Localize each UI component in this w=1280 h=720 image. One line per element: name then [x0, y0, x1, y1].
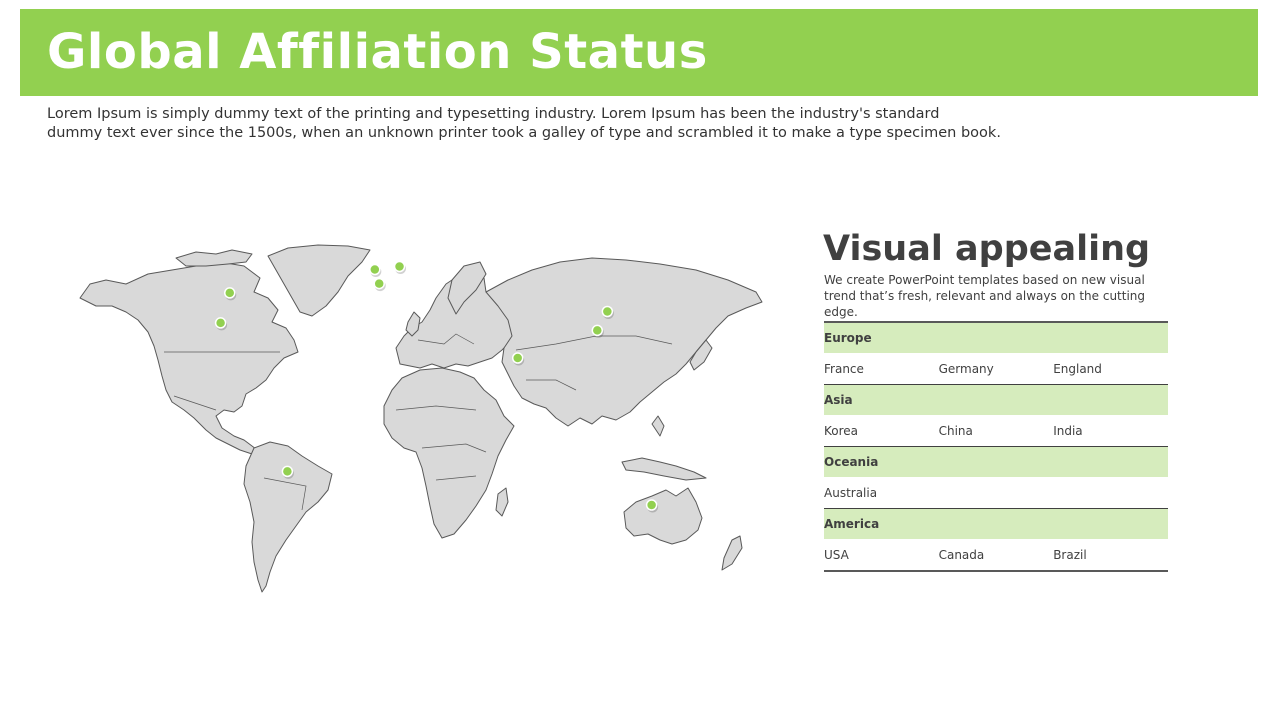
- land-greenland: [267, 244, 371, 317]
- country-cell: Canada: [938, 548, 985, 562]
- country-cell: England: [1053, 362, 1102, 376]
- country-cell: China: [938, 424, 973, 438]
- location-marker-usa: [214, 317, 227, 329]
- world-map: [56, 240, 768, 596]
- country-cell: France: [824, 362, 864, 376]
- land-southeast-islands: [621, 457, 707, 481]
- region-table: Europe France Germany England Asia Korea…: [824, 321, 1168, 572]
- intro-line-1: Lorem Ipsum is simply dummy text of the …: [47, 106, 940, 122]
- continents: [79, 244, 763, 593]
- intro-paragraph: Lorem Ipsum is simply dummy text of the …: [47, 105, 1007, 143]
- region-countries: Korea China India: [824, 415, 1168, 447]
- location-marker-china: [591, 324, 604, 337]
- location-marker-australia: [645, 499, 658, 511]
- region-header: Oceania: [824, 447, 1168, 477]
- region-header: Asia: [824, 385, 1168, 415]
- country-cell: Germany: [938, 362, 994, 376]
- land-africa: [383, 367, 515, 539]
- land-asia: [485, 257, 763, 427]
- country-cell: Australia: [824, 486, 878, 500]
- region-countries: Australia: [824, 477, 1168, 509]
- region-oceania: Oceania Australia: [824, 447, 1168, 509]
- land-madagascar: [495, 487, 509, 517]
- country-cell: Brazil: [1053, 548, 1087, 562]
- header-bar: Global Affiliation Status: [20, 9, 1258, 96]
- side-panel-title: Visual appealing: [823, 229, 1151, 269]
- country-cell: India: [1053, 424, 1083, 438]
- country-cell: [939, 477, 1054, 508]
- location-marker-india: [511, 352, 524, 364]
- page-title: Global Affiliation Status: [47, 24, 708, 80]
- region-countries: France Germany England: [824, 353, 1168, 385]
- land-new-zealand: [721, 535, 743, 571]
- location-marker-england: [369, 263, 381, 276]
- region-asia: Asia Korea China India: [824, 385, 1168, 447]
- region-countries: USA Canada Brazil: [824, 539, 1168, 572]
- intro-line-2: dummy text ever since the 1500s, when an…: [47, 125, 1001, 141]
- country-cell: USA: [824, 548, 849, 562]
- land-australia: [623, 487, 703, 545]
- region-header: Europe: [824, 323, 1168, 353]
- region-america: America USA Canada Brazil: [824, 509, 1168, 572]
- location-marker-korea: [601, 305, 614, 318]
- region-europe: Europe France Germany England: [824, 323, 1168, 385]
- location-marker-germany: [393, 260, 406, 273]
- land-north-america: [79, 261, 299, 455]
- location-marker-canada: [223, 287, 236, 299]
- region-header: America: [824, 509, 1168, 539]
- country-cell: Korea: [824, 424, 859, 438]
- side-panel-description: We create PowerPoint templates based on …: [824, 273, 1146, 319]
- land-south-america: [243, 441, 333, 593]
- location-marker-brazil: [281, 465, 294, 478]
- location-marker-france: [373, 277, 385, 290]
- world-map-svg: [79, 244, 763, 593]
- country-cell: [1053, 477, 1168, 508]
- land-arctic-islands: [175, 249, 253, 267]
- land-philippines: [651, 415, 665, 437]
